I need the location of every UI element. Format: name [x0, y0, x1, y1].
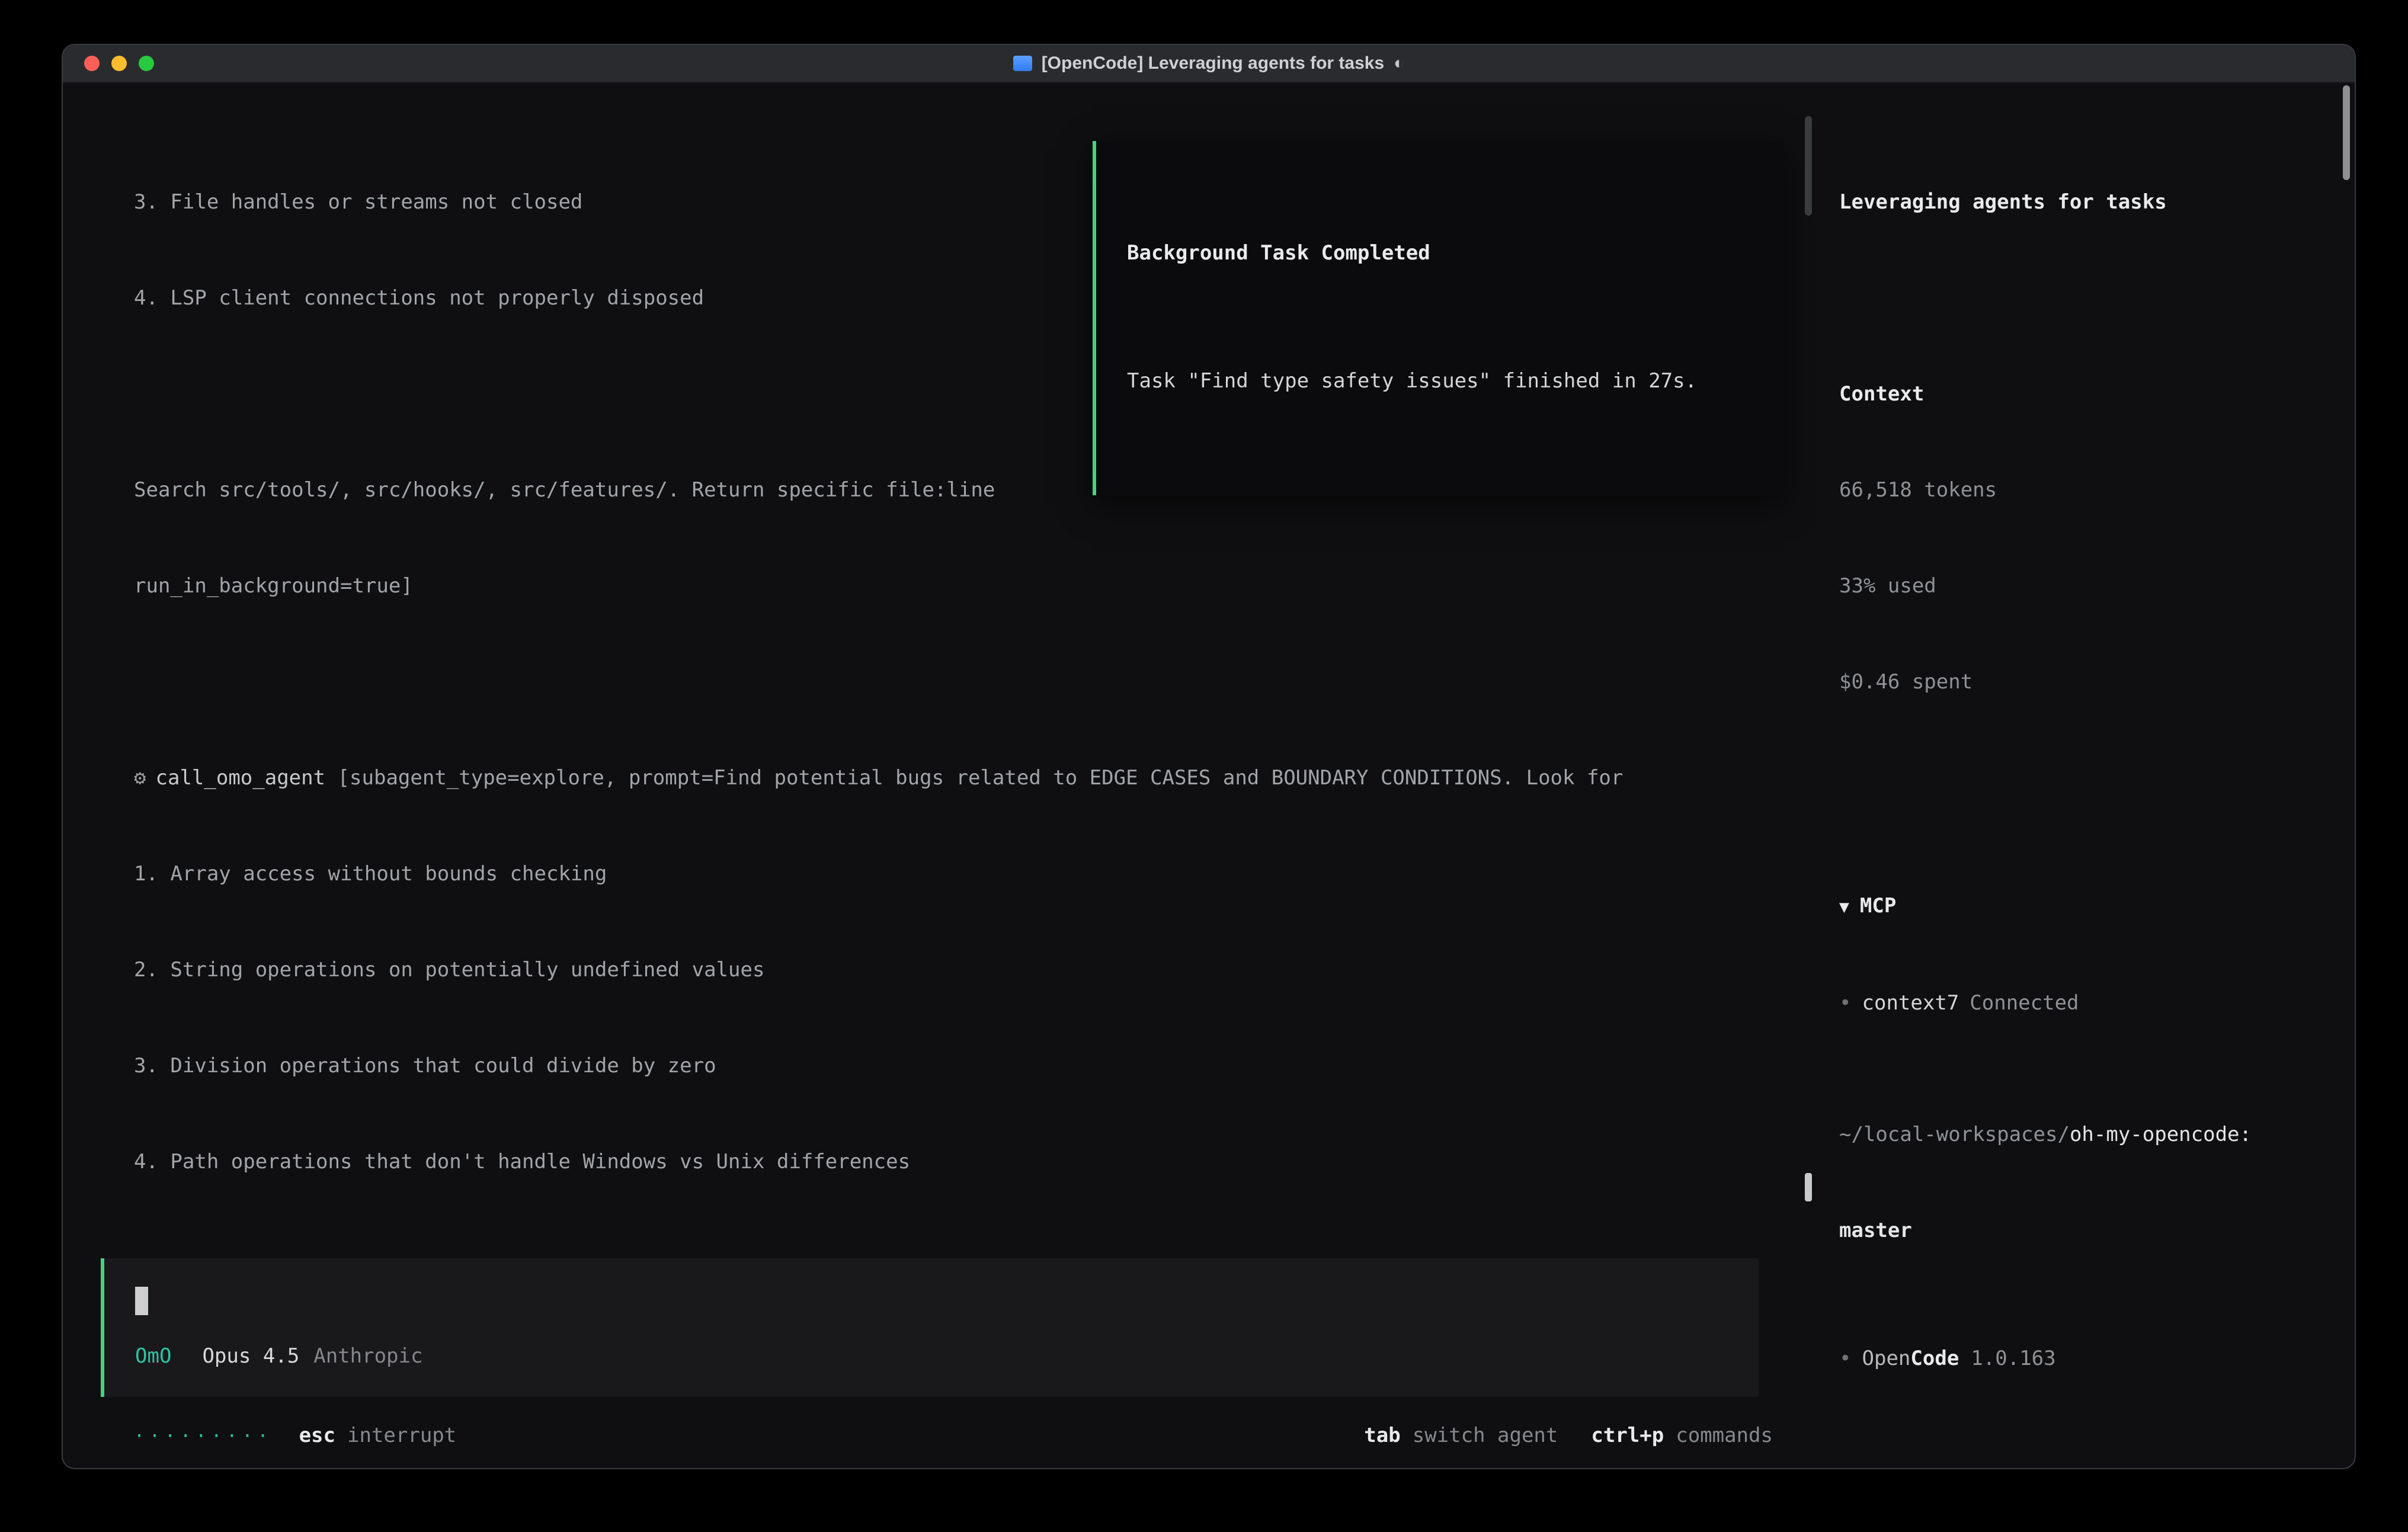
sidebar: Leveraging agents for tasks Context 66,5…	[1815, 83, 2355, 1469]
terminal-line: run_in_background=true]	[134, 571, 1780, 603]
input-provider-name: Anthropic	[313, 1341, 422, 1373]
chat-pane: 3. File handles or streams not closed 4.…	[63, 83, 1815, 1469]
ctrlp-key-label: commands	[1676, 1420, 1773, 1452]
context-tokens: 66,518 tokens	[1839, 475, 2321, 507]
collapse-icon: ▼	[1839, 898, 1849, 917]
mcp-item: •context7Connected	[1839, 988, 2321, 1020]
mcp-heading: ▼MCP	[1839, 891, 2321, 924]
toast-body: Task "Find type safety issues" finished …	[1127, 366, 1753, 398]
input-agent-name: OmO	[135, 1341, 171, 1373]
workspace-branch: master	[1839, 1216, 2321, 1248]
terminal-window: [OpenCode] Leveraging agents for tasks◐ …	[62, 44, 2356, 1469]
prompt-input[interactable]: OmO Opus 4.5 Anthropic	[101, 1258, 1759, 1397]
chat-scrollbar	[1805, 116, 1812, 1222]
tab-key-label: switch agent	[1413, 1420, 1558, 1452]
bullet-icon: •	[1839, 1347, 1852, 1371]
tool-call-line: ⚙ call_omo_agent [subagent_type=explore, …	[134, 763, 1780, 795]
workspace-path: ~/local-workspaces/oh-my-opencode:	[1839, 1120, 2321, 1152]
ctrlp-key-hint: ctrl+p	[1591, 1420, 1664, 1452]
chat-scrollbar-thumb[interactable]	[1805, 1173, 1812, 1201]
sidebar-scroll-area: Leveraging agents for tasks Context 66,5…	[1839, 123, 2321, 1056]
progress-dots: ·········	[134, 1420, 273, 1452]
terminal-line: 2. String operations on potentially unde…	[134, 955, 1780, 987]
terminal-line: 3. Division operations that could divide…	[134, 1051, 1780, 1083]
esc-key-hint: esc	[299, 1420, 335, 1452]
half-circle-icon: ◐	[1394, 47, 1404, 79]
chat-scrollbar-segment[interactable]	[1805, 116, 1812, 216]
sidebar-scrollbar-thumb[interactable]	[2343, 85, 2350, 180]
terminal-line: 4. Path operations that don't handle Win…	[134, 1147, 1780, 1179]
document-icon	[1013, 56, 1032, 71]
tool-name: call_omo_agent	[156, 767, 326, 790]
desktop: [OpenCode] Leveraging agents for tasks◐ …	[0, 0, 2408, 1532]
app-version: •OpenCode1.0.163	[1839, 1344, 2321, 1376]
status-bar: ········· esc interrupt tab switch agent ctrl…	[63, 1414, 1815, 1469]
terminal-line: 1. Array access without bounds checking	[134, 859, 1780, 891]
session-title: Leveraging agents for tasks	[1839, 187, 2321, 219]
context-used: 33% used	[1839, 571, 2321, 603]
input-model-name: Opus 4.5	[202, 1341, 299, 1373]
text-cursor	[135, 1287, 148, 1315]
context-heading: Context	[1839, 379, 2321, 411]
sidebar-footer: ~/local-workspaces/oh-my-opencode: maste…	[1839, 1056, 2321, 1469]
window-title-text: [OpenCode] Leveraging agents for tasks	[1042, 47, 1384, 79]
bullet-icon: •	[1839, 992, 1852, 1015]
model-line: OmO Opus 4.5 Anthropic	[135, 1341, 1728, 1373]
esc-key-label: interrupt	[347, 1420, 456, 1452]
toast-title: Background Task Completed	[1127, 238, 1753, 270]
window-title: [OpenCode] Leveraging agents for tasks ◐	[63, 47, 2355, 79]
titlebar: [OpenCode] Leveraging agents for tasks ◐	[63, 45, 2355, 83]
context-spent: $0.46 spent	[1839, 667, 2321, 699]
tab-key-hint: tab	[1364, 1420, 1400, 1452]
gear-icon: ⚙	[134, 767, 146, 790]
toast-notification: Background Task Completed Task "Find typ…	[1093, 141, 1783, 495]
tool-args: [subagent_type=explore, prompt=Find pote…	[325, 767, 1623, 790]
